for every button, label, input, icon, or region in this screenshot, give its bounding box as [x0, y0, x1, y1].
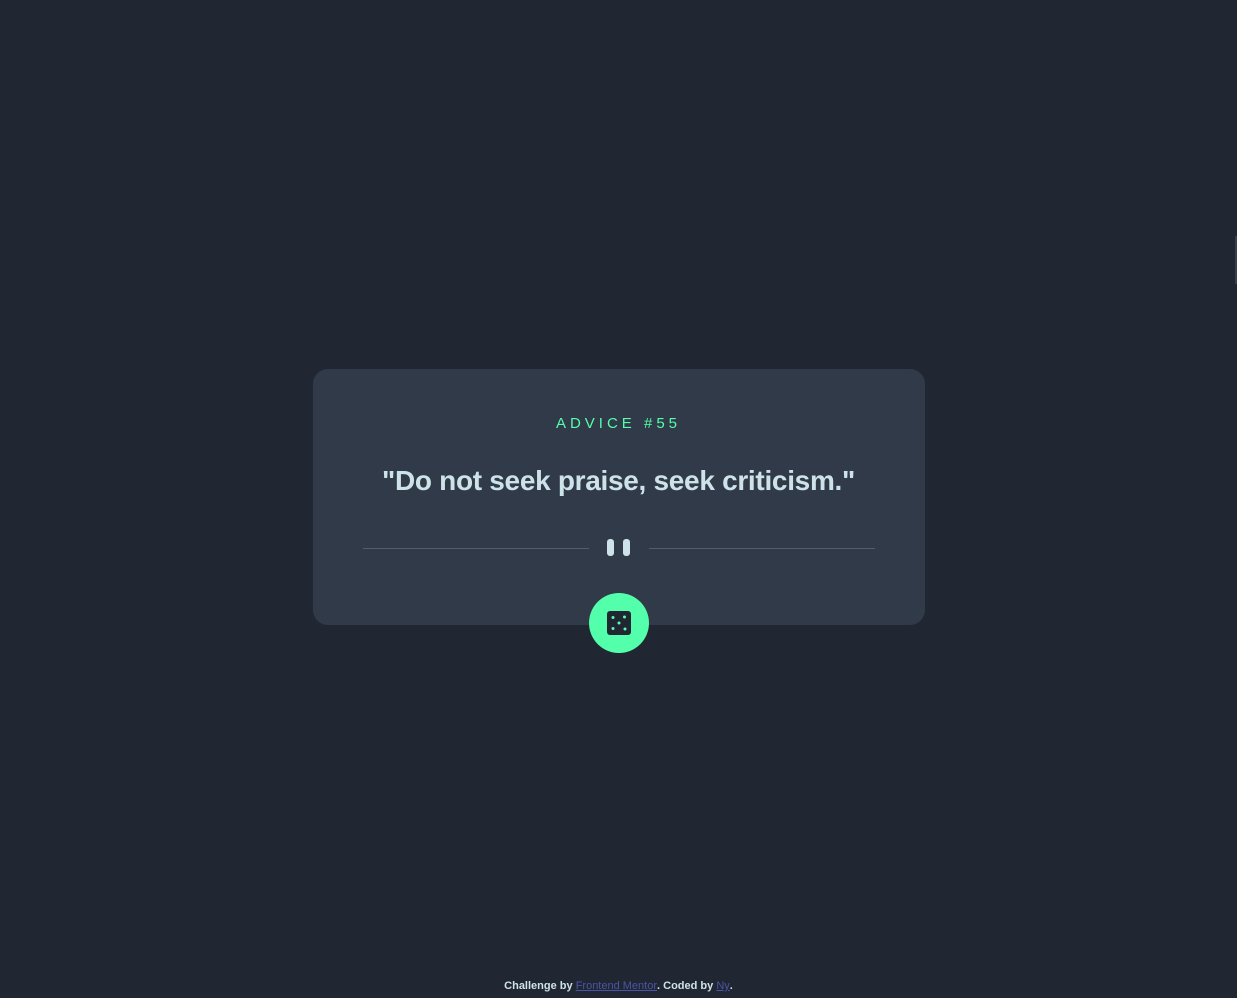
author-link[interactable]: Ny — [716, 980, 729, 992]
attribution-prefix: Challenge by — [504, 980, 573, 992]
divider-line-right — [649, 548, 875, 549]
new-advice-button[interactable] — [589, 593, 649, 653]
divider-line-left — [363, 548, 589, 549]
dice-icon — [607, 611, 631, 635]
advice-number: ADVICE #55 — [555, 415, 682, 432]
attribution: Challenge by Frontend Mentor. Coded by N… — [0, 978, 1237, 994]
frontend-mentor-link[interactable]: Frontend Mentor — [576, 980, 657, 992]
attribution-suffix: . — [729, 980, 733, 992]
advice-quote: "Do not seek praise, seek criticism." — [381, 465, 855, 496]
attribution-middle: . Coded by — [657, 980, 714, 992]
pause-icon — [607, 539, 631, 557]
page: ADVICE #55 "Do not seek praise, seek cri… — [0, 0, 1237, 998]
